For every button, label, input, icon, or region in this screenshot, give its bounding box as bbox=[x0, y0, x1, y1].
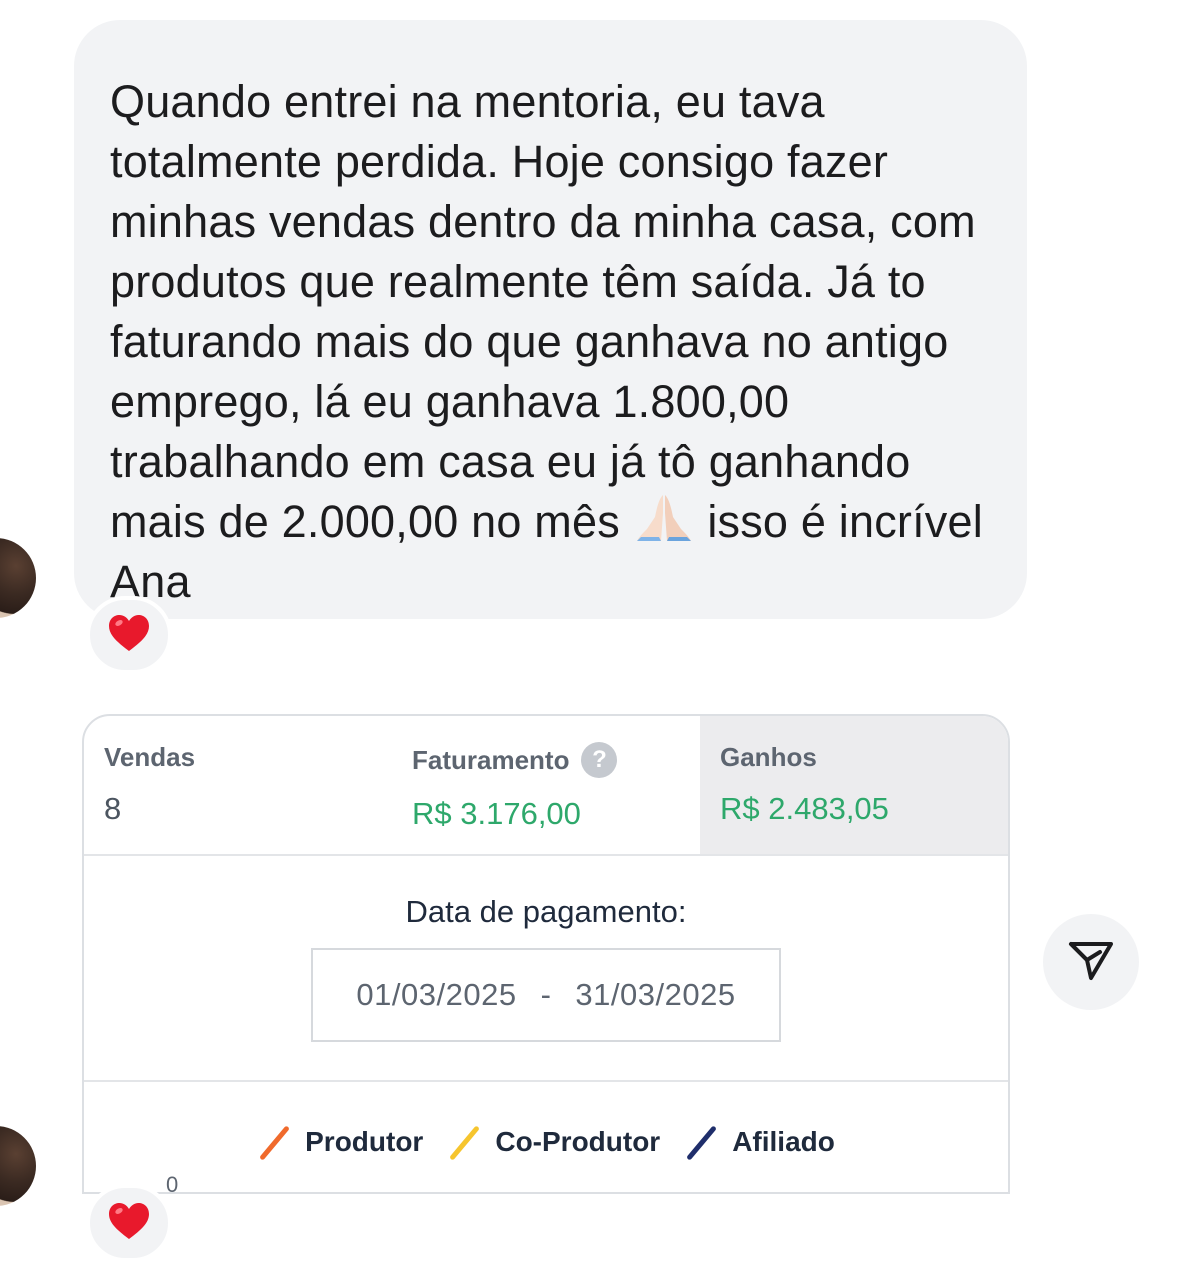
legend-swatch bbox=[684, 1124, 718, 1160]
message-bubble[interactable]: Quando entrei na mentoria, eu tava total… bbox=[74, 20, 1027, 619]
payment-date-section: Data de pagamento: 01/03/2025 - 31/03/20… bbox=[84, 856, 1008, 1082]
stat-faturamento: Faturamento ? R$ 3.176,00 bbox=[392, 716, 700, 854]
legend-label: Afiliado bbox=[732, 1126, 835, 1157]
heart-icon bbox=[107, 613, 151, 658]
stat-label: Faturamento ? bbox=[412, 742, 680, 778]
heart-reaction[interactable] bbox=[86, 1184, 172, 1262]
axis-tick-label: 0 bbox=[166, 1172, 178, 1194]
sender-avatar[interactable] bbox=[0, 1126, 36, 1206]
legend-label: Produtor bbox=[305, 1126, 424, 1157]
stat-value: 8 bbox=[104, 791, 122, 826]
stat-vendas: Vendas 8 bbox=[84, 716, 392, 854]
chart-axis-partial: 0 bbox=[166, 1172, 178, 1194]
sender-avatar[interactable] bbox=[0, 538, 36, 618]
legend-swatch bbox=[257, 1124, 291, 1160]
stat-value: R$ 3.176,00 bbox=[412, 796, 581, 831]
legend-item-afiliado: Afiliado bbox=[684, 1124, 835, 1160]
stat-ganhos: Ganhos R$ 2.483,05 bbox=[700, 716, 1008, 854]
heart-reaction[interactable] bbox=[86, 596, 172, 674]
heart-icon bbox=[107, 1201, 151, 1246]
message-text: Quando entrei na mentoria, eu tava total… bbox=[110, 72, 991, 612]
send-icon bbox=[1067, 938, 1115, 987]
stat-label: Ganhos bbox=[720, 742, 817, 772]
legend-swatch bbox=[447, 1124, 481, 1160]
legend-item-co-produtor: Co-Produtor bbox=[447, 1124, 660, 1160]
dashboard-screenshot[interactable]: Vendas 8 Faturamento ? R$ 3.176,00 Ganho… bbox=[82, 714, 1010, 1194]
share-button[interactable] bbox=[1043, 914, 1139, 1010]
stats-row: Vendas 8 Faturamento ? R$ 3.176,00 Ganho… bbox=[84, 716, 1008, 856]
chart-legend: Produtor Co-Produtor Afiliado bbox=[84, 1124, 1008, 1160]
date-end: 31/03/2025 bbox=[575, 977, 736, 1012]
payment-date-label: Data de pagamento: bbox=[405, 894, 687, 929]
help-icon: ? bbox=[581, 742, 618, 778]
date-start: 01/03/2025 bbox=[356, 977, 517, 1012]
stat-label-text: Faturamento bbox=[412, 744, 570, 775]
stat-label: Vendas bbox=[104, 742, 196, 772]
legend-label: Co-Produtor bbox=[495, 1126, 661, 1157]
stat-value: R$ 2.483,05 bbox=[720, 791, 889, 826]
folded-hands-icon bbox=[633, 493, 695, 543]
date-range-field: 01/03/2025 - 31/03/2025 bbox=[311, 948, 781, 1042]
legend-item-produtor: Produtor bbox=[257, 1124, 423, 1160]
message-text-part1: Quando entrei na mentoria, eu tava total… bbox=[110, 76, 976, 547]
date-separator: - bbox=[540, 977, 552, 1012]
